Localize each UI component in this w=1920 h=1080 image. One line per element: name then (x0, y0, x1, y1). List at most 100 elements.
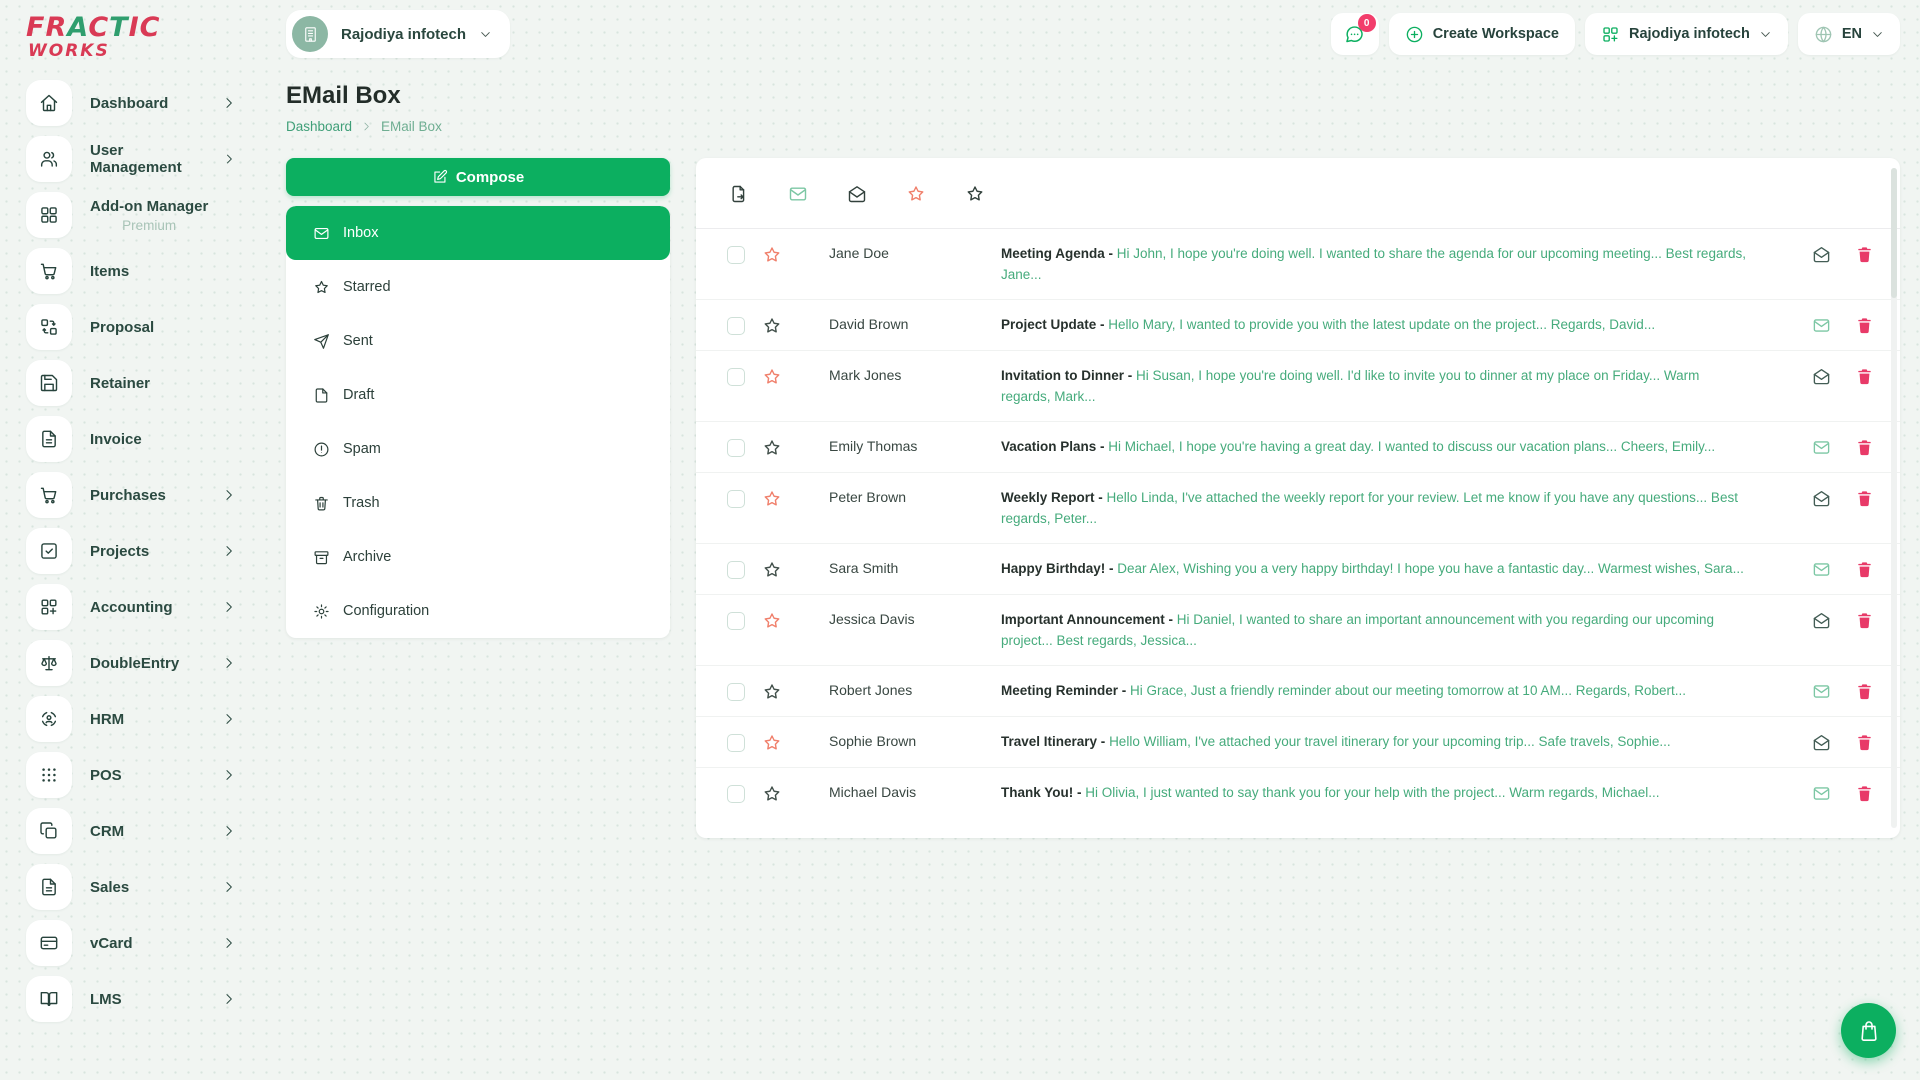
email-row-michael-davis[interactable]: Michael Davis Thank You! - Hi Olivia, I … (696, 768, 1900, 818)
folder-draft[interactable]: Draft (286, 368, 670, 422)
mail-open-icon[interactable] (1812, 489, 1831, 508)
star-icon[interactable] (762, 489, 782, 509)
brand-logo[interactable]: FRACTIC WORKS (26, 14, 250, 60)
email-row-sara-smith[interactable]: Sara Smith Happy Birthday! - Dear Alex, … (696, 544, 1900, 595)
folder-archive[interactable]: Archive (286, 530, 670, 584)
delete-icon[interactable] (1855, 316, 1874, 335)
scrollbar-thumb[interactable] (1891, 168, 1897, 298)
compose-button[interactable]: Compose (286, 158, 670, 196)
mail-closed-icon[interactable] (1812, 438, 1831, 457)
mail-closed-icon[interactable] (1812, 784, 1831, 803)
delete-icon[interactable] (1855, 245, 1874, 264)
email-checkbox[interactable] (727, 734, 745, 752)
email-checkbox[interactable] (727, 683, 745, 701)
main-content: Rajodiya infotech 0 Create Workspace Raj… (286, 0, 1900, 838)
mail-closed-icon[interactable] (1812, 316, 1831, 335)
star-icon[interactable] (762, 245, 782, 265)
language-selector[interactable]: EN (1798, 13, 1900, 55)
star-icon[interactable] (762, 733, 782, 753)
sidebar-item-crm[interactable]: CRM (26, 808, 236, 854)
breadcrumb-dashboard[interactable]: Dashboard (286, 119, 352, 134)
email-checkbox[interactable] (727, 368, 745, 386)
store-fab-button[interactable] (1841, 1003, 1896, 1058)
star-icon[interactable] (762, 682, 782, 702)
email-checkbox[interactable] (727, 490, 745, 508)
grid-plus-icon (26, 584, 72, 630)
delete-icon[interactable] (1855, 489, 1874, 508)
sidebar-item-doubleentry[interactable]: DoubleEntry (26, 640, 236, 686)
sidebar-item-accounting[interactable]: Accounting (26, 584, 236, 630)
mail-open-icon[interactable] (1812, 733, 1831, 752)
mail-closed-icon[interactable] (1812, 682, 1831, 701)
email-checkbox[interactable] (727, 785, 745, 803)
sidebar-item-purchases[interactable]: Purchases (26, 472, 236, 518)
folder-trash[interactable]: Trash (286, 476, 670, 530)
email-preview: Hi Grace, Just a friendly reminder about… (1130, 683, 1686, 698)
star-selected-icon[interactable] (906, 184, 926, 204)
mail-open-icon[interactable] (1812, 367, 1831, 386)
sidebar-item-projects[interactable]: Projects (26, 528, 236, 574)
sidebar-item-user-management[interactable]: User Management (26, 136, 236, 182)
mark-unread-icon[interactable] (788, 184, 808, 204)
mark-read-icon[interactable] (847, 184, 867, 204)
sidebar-item-vcard[interactable]: vCard (26, 920, 236, 966)
email-row-jessica-davis[interactable]: Jessica Davis Important Announcement - H… (696, 595, 1900, 666)
email-checkbox[interactable] (727, 439, 745, 457)
mail-open-icon[interactable] (1812, 245, 1831, 264)
folder-inbox[interactable]: Inbox (286, 206, 670, 260)
email-row-david-brown[interactable]: David Brown Project Update - Hello Mary,… (696, 300, 1900, 351)
page-title: EMail Box (286, 82, 1900, 110)
delete-icon[interactable] (1855, 682, 1874, 701)
folder-label: Starred (343, 279, 391, 295)
users-icon (26, 136, 72, 182)
star-icon[interactable] (762, 611, 782, 631)
delete-icon[interactable] (1855, 784, 1874, 803)
sidebar-item-sales[interactable]: Sales (26, 864, 236, 910)
email-row-sophie-brown[interactable]: Sophie Brown Travel Itinerary - Hello Wi… (696, 717, 1900, 768)
folder-spam[interactable]: Spam (286, 422, 670, 476)
sidebar-item-proposal[interactable]: Proposal (26, 304, 236, 350)
star-icon[interactable] (762, 438, 782, 458)
delete-icon[interactable] (1855, 611, 1874, 630)
sidebar-item-pos[interactable]: POS (26, 752, 236, 798)
file-export-icon[interactable] (729, 184, 749, 204)
sidebar-item-lms[interactable]: LMS (26, 976, 236, 1022)
folder-configuration[interactable]: Configuration (286, 584, 670, 638)
email-text: Invitation to Dinner - Hi Susan, I hope … (1001, 365, 1791, 407)
delete-icon[interactable] (1855, 367, 1874, 386)
star-icon[interactable] (762, 560, 782, 580)
sidebar-item-add-on-manager[interactable]: Add-on Manager Premium (26, 192, 236, 238)
email-checkbox[interactable] (727, 246, 745, 264)
email-row-peter-brown[interactable]: Peter Brown Weekly Report - Hello Linda,… (696, 473, 1900, 544)
organization-selector[interactable]: Rajodiya infotech (1585, 13, 1788, 55)
delete-icon[interactable] (1855, 733, 1874, 752)
workspace-selector[interactable]: Rajodiya infotech (286, 10, 510, 58)
star-icon[interactable] (762, 784, 782, 804)
email-checkbox[interactable] (727, 317, 745, 335)
delete-icon[interactable] (1855, 560, 1874, 579)
star-icon[interactable] (762, 367, 782, 387)
email-checkbox[interactable] (727, 561, 745, 579)
email-row-actions (1812, 782, 1874, 803)
folder-sent[interactable]: Sent (286, 314, 670, 368)
delete-icon[interactable] (1855, 438, 1874, 457)
create-workspace-button[interactable]: Create Workspace (1389, 13, 1575, 55)
sidebar-item-items[interactable]: Items (26, 248, 236, 294)
star-unselected-icon[interactable] (965, 184, 985, 204)
email-row-robert-jones[interactable]: Robert Jones Meeting Reminder - Hi Grace… (696, 666, 1900, 717)
folder-starred[interactable]: Starred (286, 260, 670, 314)
sidebar-item-dashboard[interactable]: Dashboard (26, 80, 236, 126)
email-list-scrollbar[interactable] (1891, 168, 1897, 828)
chevron-down-icon (479, 28, 492, 41)
email-checkbox[interactable] (727, 612, 745, 630)
mail-closed-icon[interactable] (1812, 560, 1831, 579)
email-row-emily-thomas[interactable]: Emily Thomas Vacation Plans - Hi Michael… (696, 422, 1900, 473)
star-icon[interactable] (762, 316, 782, 336)
sidebar-item-invoice[interactable]: Invoice (26, 416, 236, 462)
mail-open-icon[interactable] (1812, 611, 1831, 630)
messenger-button[interactable]: 0 (1331, 13, 1379, 55)
sidebar-item-retainer[interactable]: Retainer (26, 360, 236, 406)
email-row-mark-jones[interactable]: Mark Jones Invitation to Dinner - Hi Sus… (696, 351, 1900, 422)
sidebar-item-hrm[interactable]: HRM (26, 696, 236, 742)
email-row-jane-doe[interactable]: Jane Doe Meeting Agenda - Hi John, I hop… (696, 229, 1900, 300)
